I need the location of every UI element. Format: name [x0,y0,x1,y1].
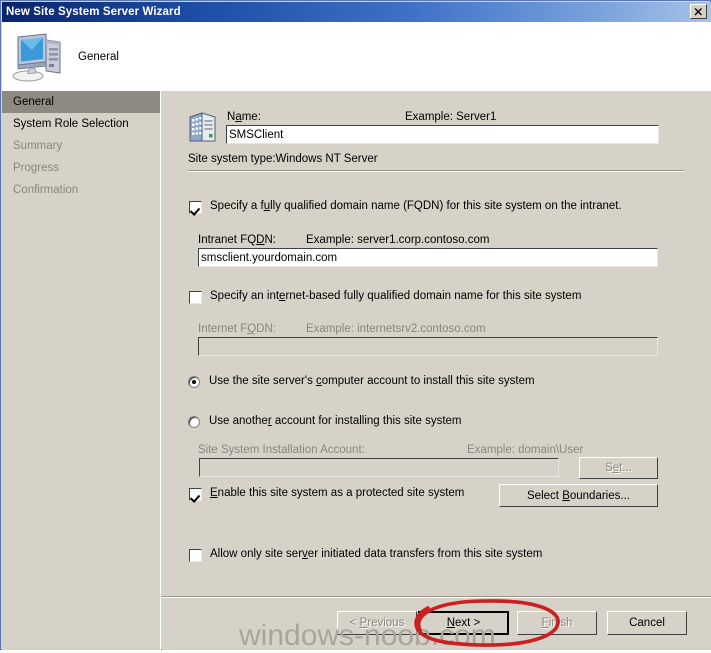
sidebar-item-label: Confirmation [13,184,79,196]
protected-site-system-label: Enable this site system as a protected s… [210,487,465,499]
separator-top [188,170,684,172]
set-account-button: Set... [579,457,658,479]
computer-icon-glyph [12,32,61,81]
fqdn-internet-checkbox[interactable] [189,291,202,304]
sidebar-item-progress: Progress [2,157,160,179]
sidebar-item-general[interactable]: General [2,91,160,113]
intranet-fqdn-input[interactable] [198,248,658,267]
sidebar-item-label: Progress [13,162,60,174]
computer-icon [10,32,62,82]
install-account-input [199,458,559,477]
name-label: Name: [227,111,261,123]
radio-computer-account-label: Use the site server's computer account t… [209,375,535,387]
install-account-label: Site System Installation Account: [198,444,365,456]
server-initiated-transfers-checkbox[interactable] [189,549,202,562]
sidebar-item-confirmation: Confirmation [2,179,160,201]
name-input[interactable] [226,125,659,144]
sidebar-item-system-role-selection[interactable]: System Role Selection [2,113,160,135]
radio-computer-account[interactable] [188,376,200,388]
site-system-type-label: Site system type:Windows NT Server [188,153,378,165]
select-boundaries-button-label: Select Boundaries... [527,489,630,502]
previous-button: < Previous [337,611,417,635]
window-title: New Site System Server Wizard [6,6,181,18]
wizard-content-panel: Name: Example: Server1 Site system type:… [162,91,711,650]
close-glyph [694,7,702,15]
sidebar-item-label: General [13,96,54,108]
title-bar: New Site System Server Wizard [2,2,711,22]
finish-button-label: Finish [541,617,573,629]
intranet-fqdn-label: Intranet FQDN: [198,234,276,246]
previous-button-label: < Previous [349,617,405,629]
wizard-window: New Site System Server Wizard General Ge… [0,0,711,652]
next-button[interactable]: Next > [418,611,509,635]
internet-fqdn-example-label: Example: internetsrv2.contoso.com [306,323,486,335]
internet-fqdn-label: Internet FQDN: [198,323,276,335]
sidebar-item-label: Summary [13,140,63,152]
close-icon[interactable] [690,4,707,19]
intranet-fqdn-example-label: Example: server1.corp.contoso.com [306,234,490,246]
sidebar-item-label: System Role Selection [13,118,129,130]
install-account-example-label: Example: domain\User [467,444,584,456]
wizard-header: General [2,22,711,91]
finish-button: Finish [517,611,597,635]
server-initiated-transfers-label: Allow only site server initiated data tr… [210,548,543,560]
fqdn-intranet-checkbox[interactable] [189,201,202,214]
radio-other-account-label: Use another account for installing this … [209,415,462,427]
set-account-button-label: Set... [605,462,632,474]
name-example-label: Example: Server1 [405,111,497,123]
page-title: General [78,50,119,63]
wizard-steps-sidebar: General System Role Selection Summary Pr… [2,91,161,650]
server-icon-glyph [189,112,216,142]
select-boundaries-button[interactable]: Select Boundaries... [499,484,658,507]
next-button-label: Next > [446,617,481,629]
radio-other-account[interactable] [188,416,200,428]
fqdn-intranet-checkbox-label: Specify a fully qualified domain name (F… [210,200,622,212]
server-icon [189,111,219,143]
fqdn-internet-checkbox-label: Specify an internet-based fully qualifie… [210,290,582,302]
cancel-button[interactable]: Cancel [607,611,687,635]
internet-fqdn-input [198,337,658,356]
sidebar-item-summary: Summary [2,135,160,157]
separator-bottom [162,596,711,598]
cancel-button-label: Cancel [629,617,665,629]
protected-site-system-checkbox[interactable] [189,488,202,501]
